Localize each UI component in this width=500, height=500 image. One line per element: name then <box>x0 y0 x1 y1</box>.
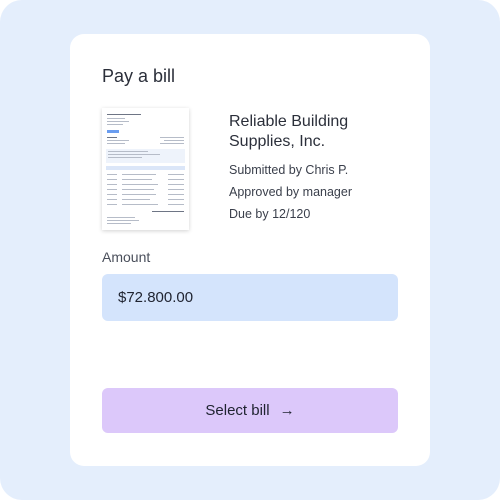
bill-document-thumbnail[interactable] <box>102 108 189 230</box>
dialog-title: Pay a bill <box>102 66 176 86</box>
amount-label: Amount <box>102 249 151 265</box>
pay-bill-card: Pay a bill Reliable Building Supplies, I… <box>70 34 430 466</box>
select-bill-label: Select bill <box>205 402 270 419</box>
arrow-right-icon: → <box>279 402 295 419</box>
approval-status: Approved by manager <box>229 185 352 199</box>
select-bill-button[interactable]: Select bill → <box>102 388 398 433</box>
amount-value: $72.800.00 <box>118 289 194 306</box>
due-date: Due by 12/120 <box>229 207 311 221</box>
vendor-name: Reliable Building Supplies, Inc. <box>229 113 349 150</box>
amount-field[interactable]: $72.800.00 <box>102 274 398 321</box>
submitted-by: Submitted by Chris P. <box>229 163 349 177</box>
